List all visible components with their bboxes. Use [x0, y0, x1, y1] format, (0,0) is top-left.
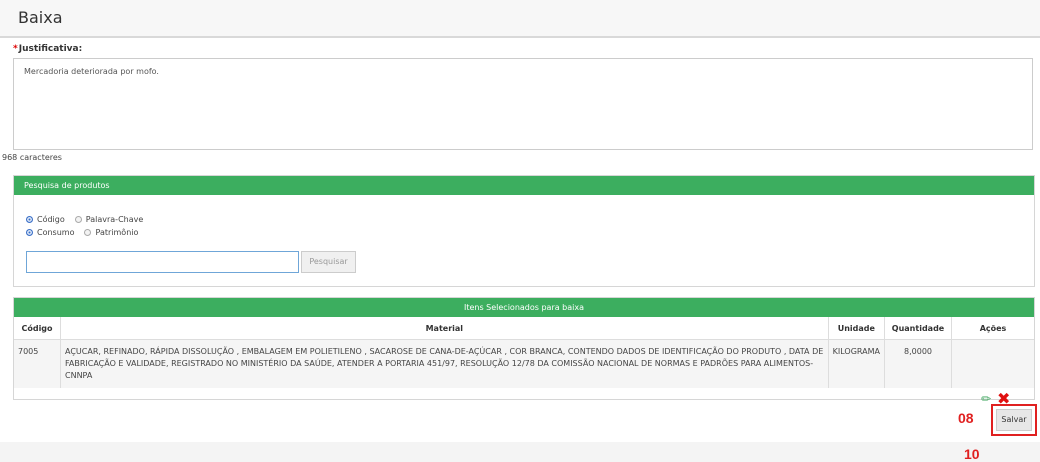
- justificativa-label-text: Justificativa:: [18, 44, 83, 54]
- col-acoes: Ações: [951, 317, 1034, 340]
- save-highlight: Salvar: [991, 404, 1037, 436]
- radio-consumo-button[interactable]: [26, 229, 33, 236]
- table-header-row: Código Material Unidade Quantidade Ações: [14, 317, 1034, 340]
- search-panel: Pesquisa de produtos Código Palavra-Chav…: [13, 175, 1035, 287]
- radio-codigo[interactable]: Código: [26, 215, 65, 224]
- selected-items-table: Código Material Unidade Quantidade Ações…: [14, 317, 1034, 388]
- search-input[interactable]: [26, 251, 299, 273]
- character-counter: 968 caracteres: [2, 153, 62, 162]
- radio-patrimonio-button[interactable]: [84, 229, 92, 236]
- col-codigo: Código: [14, 317, 61, 340]
- col-material: Material: [60, 317, 829, 340]
- col-unidade: Unidade: [828, 317, 886, 340]
- cell-quantidade: 8,0000: [884, 339, 952, 388]
- cell-acoes: [951, 339, 1034, 388]
- col-quantidade: Quantidade: [884, 317, 952, 340]
- cell-material: AÇUCAR, REFINADO, RÁPIDA DISSOLUÇÃO , EM…: [60, 339, 829, 388]
- justificativa-textarea[interactable]: Mercadoria deteriorada por mofo.: [13, 58, 1033, 150]
- required-marker: *: [13, 44, 18, 54]
- radio-palavra-chave[interactable]: Palavra-Chave: [74, 215, 144, 224]
- radio-consumo-label: Consumo: [37, 228, 75, 237]
- annotation-save: 10: [964, 446, 980, 462]
- cell-codigo: 7005: [14, 339, 61, 388]
- radio-codigo-button[interactable]: [26, 216, 33, 223]
- cell-unidade: KILOGRAMA: [828, 339, 886, 388]
- pencil-icon[interactable]: ✏: [981, 392, 991, 406]
- search-panel-header: Pesquisa de produtos: [14, 176, 1034, 195]
- radio-palavra-chave-label: Palavra-Chave: [85, 215, 144, 224]
- search-button[interactable]: Pesquisar: [301, 251, 356, 273]
- justificativa-label: *Justificativa:: [13, 44, 82, 54]
- product-type-radio-group: Consumo Patrimônio: [26, 228, 138, 237]
- save-button[interactable]: Salvar: [996, 409, 1032, 431]
- annotation-edit: 08: [958, 410, 974, 426]
- radio-patrimonio[interactable]: Patrimônio: [84, 228, 138, 237]
- radio-consumo[interactable]: Consumo: [26, 228, 74, 237]
- selected-items-header: Itens Selecionados para baixa: [14, 298, 1034, 317]
- table-row: 7005 AÇUCAR, REFINADO, RÁPIDA DISSOLUÇÃO…: [14, 339, 1034, 388]
- search-type-radio-group: Código Palavra-Chave: [26, 215, 143, 224]
- radio-palavra-chave-button[interactable]: [74, 216, 82, 223]
- page-header: Baixa: [0, 0, 1040, 38]
- radio-patrimonio-label: Patrimônio: [95, 228, 139, 237]
- main-content: *Justificativa: Mercadoria deteriorada p…: [0, 38, 1040, 462]
- page-title: Baixa: [18, 8, 63, 27]
- selected-items-panel: Itens Selecionados para baixa Código Mat…: [13, 297, 1035, 400]
- radio-codigo-label: Código: [37, 215, 65, 224]
